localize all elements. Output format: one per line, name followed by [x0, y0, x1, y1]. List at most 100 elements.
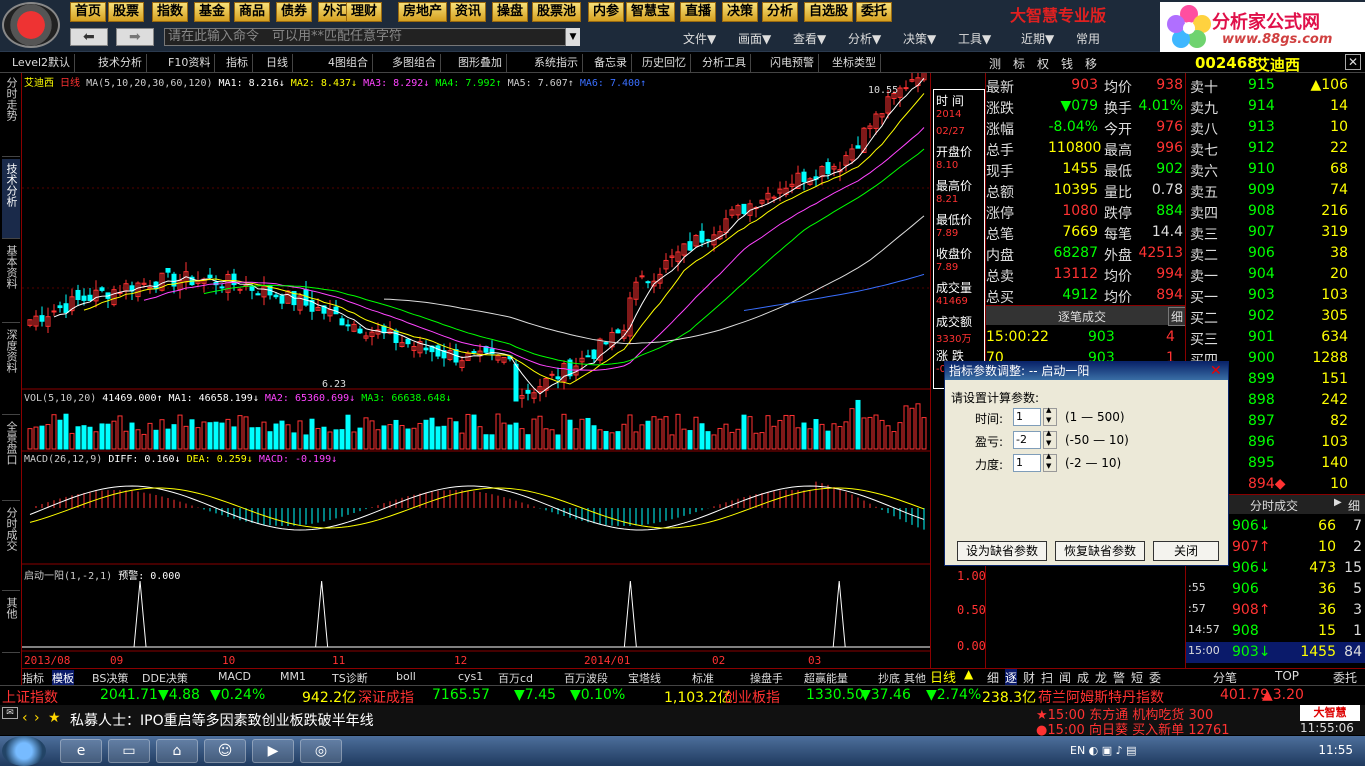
- right-tab-2[interactable]: 财: [1023, 669, 1035, 686]
- indicator-tab-2[interactable]: BS决策: [92, 670, 128, 686]
- set-default-button[interactable]: 设为缺省参数: [957, 541, 1047, 561]
- period-up-icon[interactable]: ▲: [964, 667, 973, 681]
- top-menu-1[interactable]: 股票: [108, 2, 145, 22]
- toolbar-13[interactable]: 坐标类型: [828, 54, 881, 72]
- toolbar-7[interactable]: 图形叠加: [454, 54, 507, 72]
- period-label[interactable]: 日线: [930, 667, 956, 686]
- left-tab-3[interactable]: 深度资料: [2, 325, 20, 415]
- media-icon[interactable]: ▶: [252, 739, 294, 763]
- top-menu-4[interactable]: 商品: [234, 2, 271, 22]
- right-tab-5[interactable]: 成: [1077, 669, 1089, 686]
- top-menu-15[interactable]: 决策: [722, 2, 759, 22]
- indicator-tab-0[interactable]: 指标: [22, 670, 44, 686]
- right-bottom-tab-2[interactable]: 委托: [1333, 669, 1357, 686]
- indicator-tab-12[interactable]: 标准: [692, 670, 714, 686]
- toolbar-right-2[interactable]: 权: [1037, 55, 1049, 72]
- ie-icon[interactable]: e: [60, 739, 102, 763]
- param-spinner-1[interactable]: ▲ ▼: [1043, 429, 1057, 449]
- toolbar-9[interactable]: 备忘录: [590, 54, 632, 72]
- toolbar-right-0[interactable]: 测: [989, 55, 1001, 72]
- app-menu-6[interactable]: 近期▼: [1021, 30, 1054, 47]
- app-menu-2[interactable]: 查看▼: [793, 30, 826, 47]
- news-prev-icon[interactable]: ‹: [22, 710, 28, 726]
- close-panel-icon[interactable]: ✕: [1345, 54, 1361, 70]
- left-tab-5[interactable]: 分时成交: [2, 503, 20, 591]
- param-input-1[interactable]: -2: [1013, 431, 1041, 449]
- top-menu-11[interactable]: 股票池: [532, 2, 582, 22]
- top-menu-18[interactable]: 委托: [856, 2, 893, 22]
- spin-up-icon[interactable]: ▲: [1046, 406, 1051, 414]
- right-bottom-tab-1[interactable]: TOP: [1275, 669, 1299, 683]
- right-tab-7[interactable]: 警: [1113, 669, 1125, 686]
- indicator-tab-5[interactable]: MM1: [280, 670, 306, 683]
- index-name-0[interactable]: 上证指数: [2, 687, 58, 707]
- param-spinner-2[interactable]: ▲ ▼: [1043, 452, 1057, 472]
- toolbar-right-4[interactable]: 移: [1085, 55, 1097, 72]
- top-menu-13[interactable]: 智慧宝: [626, 2, 676, 22]
- right-bottom-tab-0[interactable]: 分笔: [1213, 669, 1237, 686]
- toolbar-3[interactable]: 指标: [222, 54, 253, 72]
- right-tab-3[interactable]: 扫: [1041, 669, 1053, 686]
- indicator-tab-11[interactable]: 宝塔线: [628, 670, 661, 686]
- top-menu-10[interactable]: 操盘: [492, 2, 529, 22]
- left-tab-1[interactable]: 技术分析: [2, 159, 20, 239]
- param-spinner-0[interactable]: ▲ ▼: [1043, 406, 1057, 426]
- home-icon[interactable]: ⌂: [156, 739, 198, 763]
- toolbar-10[interactable]: 历史回忆: [638, 54, 691, 72]
- left-tab-6[interactable]: 其他: [2, 593, 20, 653]
- top-menu-9[interactable]: 资讯: [450, 2, 487, 22]
- param-input-0[interactable]: 1: [1013, 408, 1041, 426]
- app-menu-5[interactable]: 工具▼: [958, 30, 991, 47]
- top-menu-0[interactable]: 首页: [70, 2, 107, 22]
- spin-down-icon[interactable]: ▼: [1046, 462, 1051, 470]
- toolbar-4[interactable]: 日线: [262, 54, 293, 72]
- forward-button[interactable]: ➡: [116, 28, 154, 46]
- top-menu-7[interactable]: 理财: [346, 2, 383, 22]
- indicator-tab-15[interactable]: 抄底: [878, 670, 900, 686]
- dzh-app-icon[interactable]: ◎: [300, 739, 342, 763]
- left-tab-2[interactable]: 基本资料: [2, 241, 20, 323]
- toolbar-right-3[interactable]: 钱: [1061, 55, 1073, 72]
- toolbar-6[interactable]: 多图组合: [388, 54, 441, 72]
- app-menu-0[interactable]: 文件▼: [683, 30, 716, 47]
- news-headline[interactable]: 私募人士：IPO重启等多因素致创业板跌破半年线: [70, 710, 374, 730]
- start-button-icon[interactable]: [2, 736, 46, 766]
- fenshi-detail-tab[interactable]: 细: [1348, 497, 1360, 514]
- indicator-tab-8[interactable]: cys1: [458, 670, 483, 683]
- mail-icon[interactable]: ✉: [2, 707, 18, 719]
- toolbar-right-1[interactable]: 标: [1013, 55, 1025, 72]
- smiley-icon[interactable]: ☺: [204, 739, 246, 763]
- top-menu-5[interactable]: 债券: [276, 2, 313, 22]
- chart-area[interactable]: 艾迪西 日线 MA(5,10,20,30,60,120) MA1: 8.216↓…: [22, 73, 930, 668]
- indicator-tab-7[interactable]: boll: [396, 670, 416, 683]
- indicator-tab-10[interactable]: 百万波段: [564, 670, 608, 686]
- folder-icon[interactable]: ▭: [108, 739, 150, 763]
- restore-default-button[interactable]: 恢复缺省参数: [1055, 541, 1145, 561]
- indicator-tab-3[interactable]: DDE决策: [142, 670, 188, 686]
- indicator-tab-13[interactable]: 操盘手: [750, 670, 783, 686]
- right-tab-4[interactable]: 闻: [1059, 669, 1071, 686]
- index-name-2[interactable]: 创业板指: [724, 687, 780, 707]
- dialog-close-btn[interactable]: 关闭: [1153, 541, 1219, 561]
- top-menu-3[interactable]: 基金: [194, 2, 231, 22]
- ticks-detail-tab[interactable]: 细: [1168, 307, 1187, 326]
- indicator-tab-1[interactable]: 模板: [52, 670, 74, 686]
- back-button[interactable]: ⬅: [70, 28, 108, 46]
- toolbar-11[interactable]: 分析工具: [698, 54, 751, 72]
- top-menu-2[interactable]: 指数: [152, 2, 189, 22]
- indicator-tab-4[interactable]: MACD: [218, 670, 251, 683]
- command-input[interactable]: 请在此输入命令 可以用**匹配任意字符: [164, 28, 566, 46]
- indicator-tab-6[interactable]: TS诊断: [332, 670, 368, 686]
- toolbar-5[interactable]: 4图组合: [324, 54, 373, 72]
- param-input-2[interactable]: 1: [1013, 454, 1041, 472]
- command-dropdown-icon[interactable]: ▼: [566, 28, 580, 46]
- indicator-tab-16[interactable]: 其他: [904, 670, 926, 686]
- left-tab-0[interactable]: 分时走势: [2, 73, 20, 157]
- right-tab-8[interactable]: 短: [1131, 669, 1143, 686]
- left-tab-4[interactable]: 全景盘口: [2, 417, 20, 501]
- spin-down-icon[interactable]: ▼: [1046, 416, 1051, 424]
- toolbar-12[interactable]: 闪电预警: [766, 54, 819, 72]
- top-menu-12[interactable]: 内参: [588, 2, 625, 22]
- top-menu-8[interactable]: 房地产: [398, 2, 448, 22]
- app-menu-3[interactable]: 分析▼: [848, 30, 881, 47]
